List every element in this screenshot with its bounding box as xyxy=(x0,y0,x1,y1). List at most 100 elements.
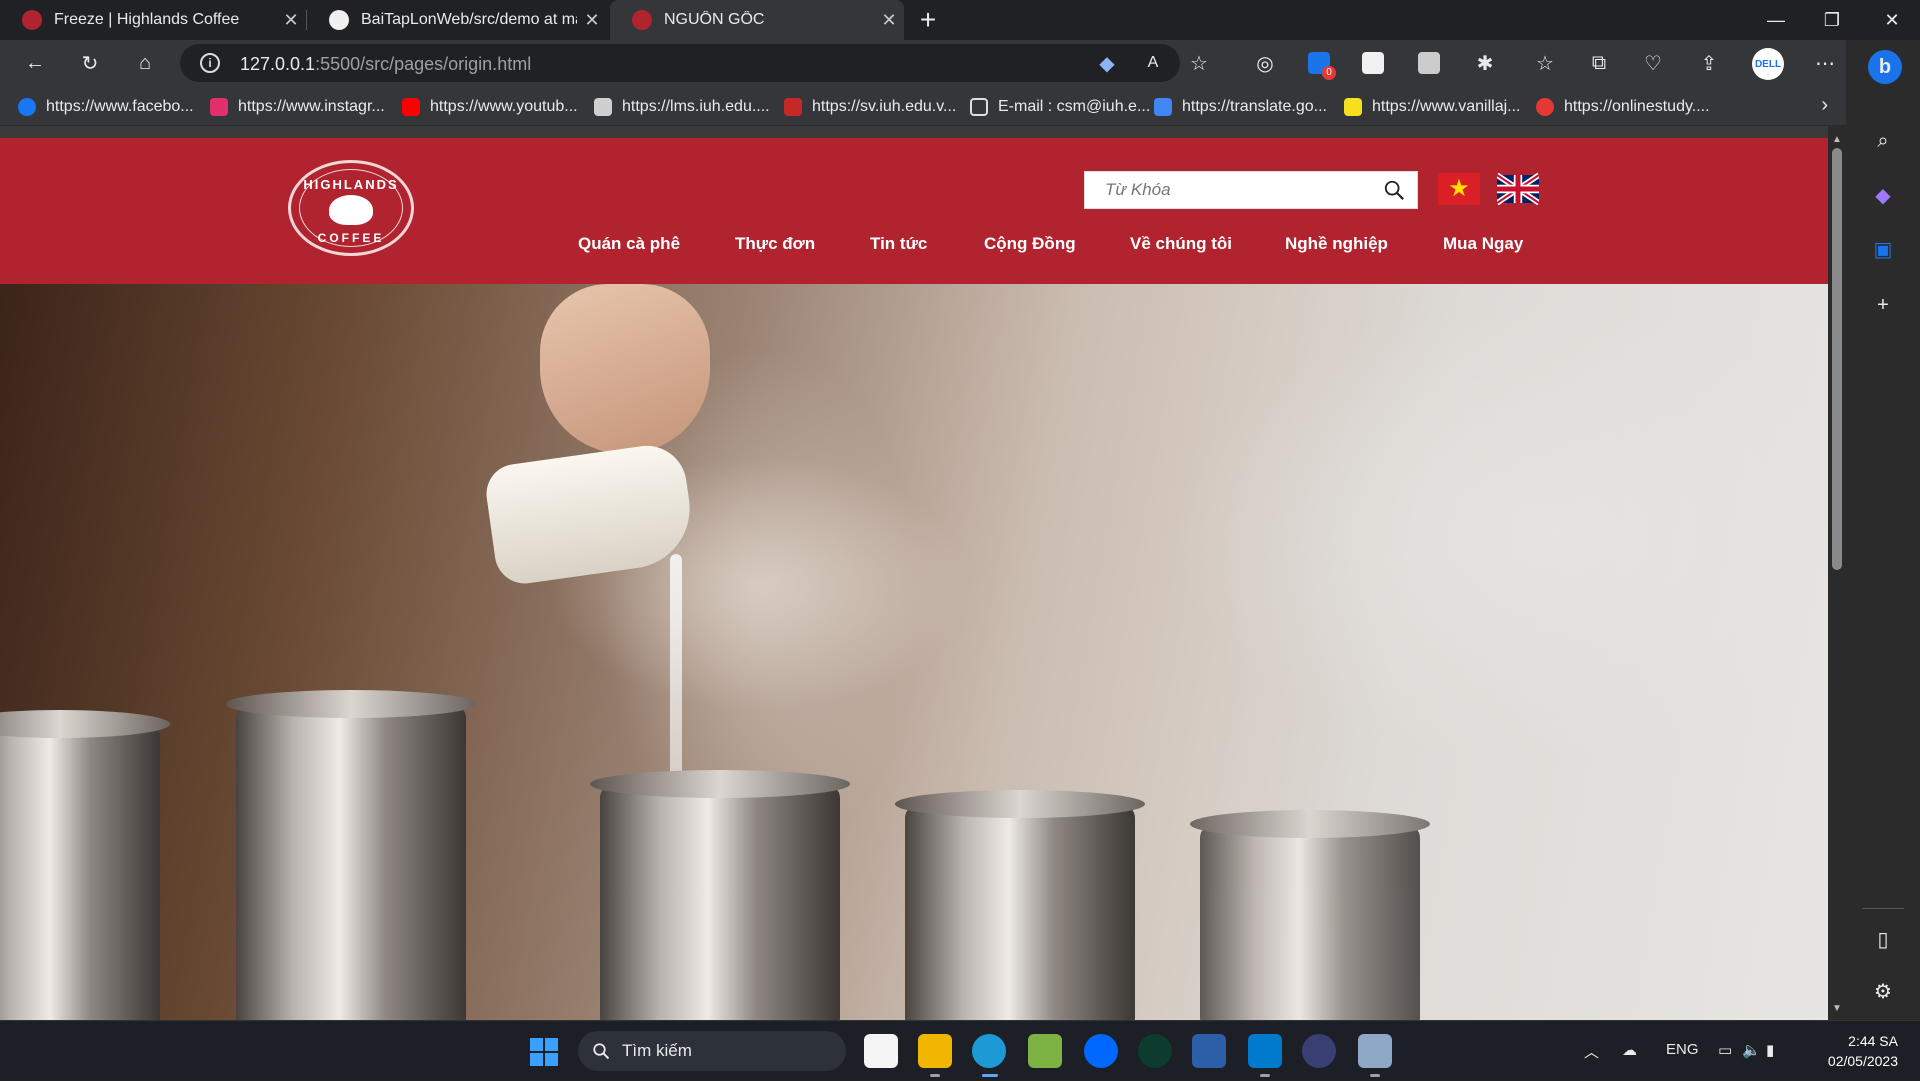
pouring-hand xyxy=(540,284,710,454)
minimize-button[interactable]: — xyxy=(1748,0,1804,40)
tab-origin[interactable]: NGUỒN GỐC ✕ xyxy=(610,0,904,40)
tab-github-repo[interactable]: BaiTapLonWeb/src/demo at main ✕ xyxy=(307,0,607,40)
eclipse-icon[interactable] xyxy=(1302,1034,1336,1068)
running-indicator xyxy=(930,1074,940,1077)
scrollbar-thumb[interactable] xyxy=(1832,148,1842,570)
nav-item-thuc-don[interactable]: Thực đơn xyxy=(735,234,815,254)
nav-item-ve-chung-toi[interactable]: Về chúng tôi xyxy=(1130,234,1232,254)
bookmark-facebook[interactable]: https://www.facebo... xyxy=(18,96,194,118)
search-input[interactable] xyxy=(1085,172,1375,208)
bookmark-youtube[interactable]: https://www.youtub... xyxy=(402,96,578,118)
windows-start-icon[interactable] xyxy=(530,1038,558,1066)
taskbar-search-box[interactable]: Tìm kiếm xyxy=(578,1031,846,1071)
add-favorite-icon[interactable]: ☆ xyxy=(1184,48,1214,78)
scroll-up-icon[interactable]: ▲ xyxy=(1832,134,1842,145)
tab-freeze-highlands[interactable]: Freeze | Highlands Coffee ✕ xyxy=(0,0,306,40)
site-search xyxy=(1084,171,1418,209)
refresh-icon[interactable]: ↻ xyxy=(75,48,105,78)
hide-sidebar-icon[interactable]: ▯ xyxy=(1868,924,1898,954)
instagram-icon xyxy=(210,98,228,116)
collections-icon[interactable]: ⧉ xyxy=(1584,48,1614,78)
bookmark-onlinestudy[interactable]: https://onlinestudy.... xyxy=(1536,96,1710,118)
favorites-icon[interactable]: ☆ xyxy=(1530,48,1560,78)
phin-filter xyxy=(590,770,850,1020)
bookmark-vanillajs[interactable]: https://www.vanillaj... xyxy=(1344,96,1521,118)
settings-gear-icon[interactable]: ⚙ xyxy=(1868,976,1898,1006)
file-explorer-icon[interactable] xyxy=(918,1034,952,1068)
phin-filter xyxy=(895,790,1145,1020)
url-text[interactable]: 127.0.0.1:5500/src/pages/origin.html xyxy=(240,54,531,75)
zalo-icon[interactable] xyxy=(1084,1034,1118,1068)
battery-icon[interactable]: ▮ xyxy=(1766,1041,1774,1059)
address-bar[interactable]: i 127.0.0.1:5500/src/pages/origin.html ◆… xyxy=(180,44,1208,82)
share-icon[interactable]: ⇪ xyxy=(1694,48,1724,78)
site-header: HIGHLANDS COFFEE ★ Quán cà phê Thực đơn … xyxy=(0,138,1828,284)
page-scrollbar[interactable]: ▲ ▼ xyxy=(1828,126,1846,1020)
bold-extension-icon[interactable] xyxy=(1362,52,1384,74)
bing-copilot-icon[interactable]: b xyxy=(1868,50,1902,84)
scroll-down-icon[interactable]: ▼ xyxy=(1832,1003,1842,1014)
performance-icon[interactable]: ♡ xyxy=(1638,48,1668,78)
bookmark-label: https://translate.go... xyxy=(1182,98,1327,115)
nav-item-cong-dong[interactable]: Cộng Đồng xyxy=(984,234,1076,254)
edge-browser-icon[interactable] xyxy=(972,1034,1006,1068)
close-tab-icon[interactable]: ✕ xyxy=(874,10,904,31)
chevron-up-icon[interactable]: ︿ xyxy=(1584,1041,1599,1062)
back-icon[interactable]: ← xyxy=(20,48,50,78)
edge-sidebar: b ⌕ ◆ ▣ + ▯ ⚙ xyxy=(1846,40,1920,1020)
highlands-favicon-icon xyxy=(22,10,42,30)
filter-rim xyxy=(590,770,850,798)
nav-item-nghe-nghiep[interactable]: Nghề nghiệp xyxy=(1285,234,1388,254)
restore-button[interactable]: ❐ xyxy=(1804,0,1860,40)
taskbar-clock[interactable]: 2:44 SA 02/05/2023 xyxy=(1828,1031,1898,1071)
new-tab-button[interactable]: + xyxy=(912,4,944,36)
microsoft-store-icon[interactable] xyxy=(864,1034,898,1068)
network-icon[interactable]: ▭ xyxy=(1718,1041,1732,1059)
nav-item-mua-ngay[interactable]: Mua Ngay xyxy=(1443,234,1523,254)
photos-icon[interactable] xyxy=(1358,1034,1392,1068)
bookmark-instagram[interactable]: https://www.instagr... xyxy=(210,96,385,118)
profile-avatar[interactable]: DELL xyxy=(1752,48,1784,80)
chevron-right-icon[interactable]: › xyxy=(1821,94,1828,117)
coupon-tag-icon[interactable]: ◆ xyxy=(1092,48,1122,78)
onedrive-cloud-icon[interactable]: ☁ xyxy=(1622,1041,1637,1059)
volume-icon[interactable]: 🔈 xyxy=(1742,1041,1761,1059)
dev-cpp-icon[interactable] xyxy=(1192,1034,1226,1068)
extensions-puzzle-icon[interactable]: ✱ xyxy=(1470,48,1500,78)
input-language[interactable]: ENG xyxy=(1666,1041,1699,1058)
home-icon[interactable]: ⌂ xyxy=(130,48,160,78)
youtube-icon xyxy=(402,98,420,116)
vscode-icon[interactable] xyxy=(1248,1034,1282,1068)
bookmark-lms-iuh[interactable]: https://lms.iuh.edu.... xyxy=(594,96,770,118)
nav-item-quan-ca-phe[interactable]: Quán cà phê xyxy=(578,234,680,254)
more-menu-icon[interactable]: ⋯ xyxy=(1810,48,1840,78)
bookmark-label: E-mail : csm@iuh.e... xyxy=(998,98,1151,115)
search-icon[interactable] xyxy=(1383,179,1405,201)
logo-text-top: HIGHLANDS xyxy=(303,177,399,192)
close-window-button[interactable]: ✕ xyxy=(1864,0,1920,40)
close-tab-icon[interactable]: ✕ xyxy=(276,10,306,31)
snipping-tool-icon[interactable] xyxy=(1028,1034,1062,1068)
site-info-icon[interactable]: i xyxy=(200,53,220,73)
close-tab-icon[interactable]: ✕ xyxy=(577,10,607,31)
mongodb-compass-icon[interactable] xyxy=(1138,1034,1172,1068)
facebook-icon xyxy=(18,98,36,116)
highlands-logo[interactable]: HIGHLANDS COFFEE xyxy=(288,160,414,256)
clock-date: 02/05/2023 xyxy=(1827,1053,1898,1069)
extension-badge: 0 xyxy=(1322,66,1336,80)
games-icon[interactable]: ◆ xyxy=(1868,180,1898,210)
bookmark-email[interactable]: E-mail : csm@iuh.e... xyxy=(970,96,1150,118)
nav-item-tin-tuc[interactable]: Tin tức xyxy=(870,234,927,254)
outlook-icon[interactable]: ▣ xyxy=(1868,234,1898,264)
bookmark-sv-iuh[interactable]: https://sv.iuh.edu.v... xyxy=(784,96,956,118)
tool-extension-icon[interactable] xyxy=(1418,52,1440,74)
bookmark-translate[interactable]: https://translate.go... xyxy=(1154,96,1327,118)
vietnam-flag-icon[interactable]: ★ xyxy=(1438,173,1480,205)
filter-rim xyxy=(895,790,1145,818)
url-path: :5500/src/pages/origin.html xyxy=(315,54,532,74)
search-icon[interactable]: ⌕ xyxy=(1868,126,1898,156)
add-sidebar-app-icon[interactable]: + xyxy=(1868,290,1898,320)
read-aloud-icon[interactable]: A xyxy=(1138,48,1168,78)
uk-flag-icon[interactable] xyxy=(1497,173,1539,205)
compass-extension-icon[interactable]: ◎ xyxy=(1250,48,1280,78)
